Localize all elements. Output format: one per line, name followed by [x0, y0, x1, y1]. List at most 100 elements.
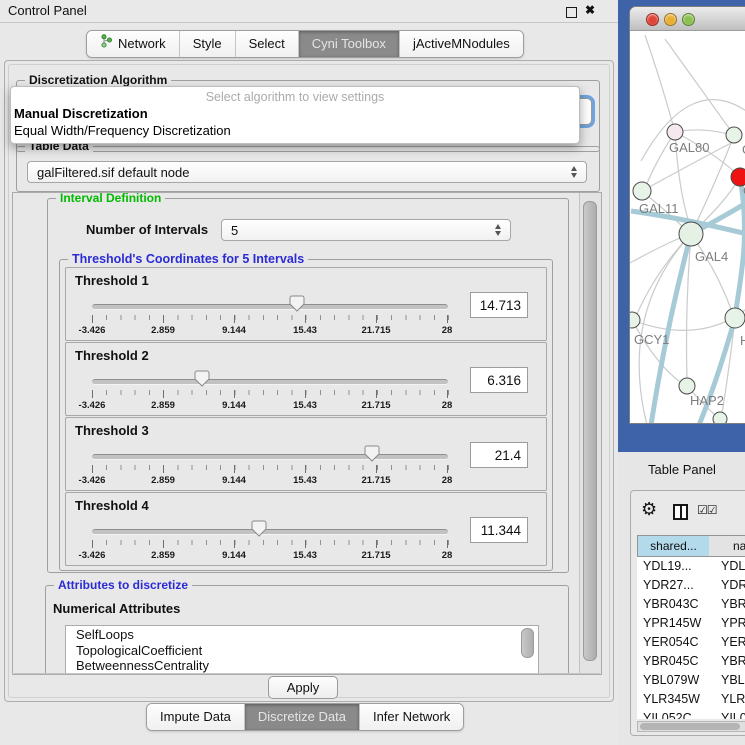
- threshold-value-field[interactable]: 6.316: [470, 367, 528, 393]
- table-horizontal-scrollbar-thumb[interactable]: [640, 723, 740, 730]
- threshold-slider-thumb[interactable]: [194, 370, 210, 387]
- table-row[interactable]: YLR345WYLR3: [637, 690, 745, 709]
- tab-network[interactable]: Network: [87, 31, 180, 57]
- network-node-gal11[interactable]: [633, 182, 651, 200]
- network-window-titlebar[interactable]: [630, 7, 745, 31]
- tab-jactivemnodules[interactable]: jActiveMNodules: [400, 31, 523, 57]
- attribute-list-item[interactable]: TopologicalCoefficient: [66, 642, 538, 658]
- slider-tick-label: 9.144: [212, 550, 256, 561]
- table-row[interactable]: YPR145WYPR1: [637, 614, 745, 633]
- combobox-stepper-icon: [495, 224, 501, 236]
- slider-major-tick: [447, 540, 448, 548]
- threshold-value-field[interactable]: 11.344: [470, 517, 528, 543]
- network-edge[interactable]: [651, 234, 691, 424]
- slider-tick-label: 28: [425, 550, 469, 561]
- table-row[interactable]: YBR043CYBR0: [637, 595, 745, 614]
- float-window-icon[interactable]: [566, 7, 577, 18]
- close-icon[interactable]: ✖: [585, 3, 595, 17]
- threshold-value-field[interactable]: 21.4: [470, 442, 528, 468]
- tab-style[interactable]: Style: [180, 31, 236, 57]
- threshold-slider-thumb[interactable]: [251, 520, 267, 537]
- slider-minor-ticks: [92, 540, 449, 545]
- network-node-gcy1[interactable]: [630, 312, 640, 328]
- slider-minor-ticks: [92, 465, 449, 470]
- network-node[interactable]: [713, 412, 727, 424]
- threshold-slider-track[interactable]: [92, 529, 448, 535]
- network-node[interactable]: [726, 127, 742, 143]
- threshold-slider-track[interactable]: [92, 379, 448, 385]
- network-edge[interactable]: [699, 177, 745, 424]
- slider-major-tick: [305, 390, 306, 398]
- network-view-window[interactable]: GAL80GACGAL11GAL4GCY1HHAP2: [629, 6, 745, 424]
- slider-major-tick: [234, 315, 235, 323]
- bottom-tab-strip: Impute Data Discretize Data Infer Networ…: [146, 703, 464, 731]
- table-row[interactable]: YBR045CYBR0: [637, 652, 745, 671]
- control-panel-titlebar: [0, 0, 618, 23]
- table-row[interactable]: YBL079WYBL0: [637, 671, 745, 690]
- tab-select[interactable]: Select: [236, 31, 299, 57]
- table-horizontal-scrollbar[interactable]: [637, 721, 745, 732]
- network-edge[interactable]: [665, 39, 734, 135]
- threshold-slider-thumb[interactable]: [364, 445, 380, 462]
- slider-major-tick: [163, 540, 164, 548]
- table-row[interactable]: YER054CYER0: [637, 633, 745, 652]
- network-edge[interactable]: [691, 234, 731, 309]
- slider-tick-label: 15.43: [283, 475, 327, 486]
- slider-tick-label: 9.144: [212, 475, 256, 486]
- network-node-label: H: [740, 333, 745, 348]
- attribute-list-item[interactable]: BetweennessCentrality: [66, 657, 538, 673]
- discretization-algorithm-group-title: Discretization Algorithm: [25, 73, 171, 87]
- numerical-attributes-list[interactable]: SelfLoopsTopologicalCoefficientBetweenne…: [65, 625, 539, 675]
- slider-tick-label: 15.43: [283, 325, 327, 336]
- table-header-name[interactable]: na: [709, 535, 745, 557]
- threshold-slider-thumb[interactable]: [289, 295, 305, 312]
- network-node-gal80[interactable]: [667, 124, 683, 140]
- slider-major-tick: [234, 465, 235, 473]
- settings-vertical-scrollbar-thumb[interactable]: [583, 201, 597, 661]
- table-rows[interactable]: YDL19...YDL1YDR27...YDR2YBR043CYBR0YPR14…: [637, 557, 745, 719]
- table-data-combobox-value: galFiltered.sif default node: [37, 165, 189, 180]
- slider-tick-label: 15.43: [283, 400, 327, 411]
- table-header-shared-name[interactable]: shared...: [637, 535, 710, 557]
- tab-impute-data[interactable]: Impute Data: [147, 704, 245, 730]
- thresholds-coordinates-group-title: Threshold's Coordinates for 5 Intervals: [68, 252, 308, 266]
- threshold-value-field[interactable]: 14.713: [470, 292, 528, 318]
- table-row[interactable]: YDR27...YDR2: [637, 576, 745, 595]
- threshold-slider-track[interactable]: [92, 304, 448, 310]
- select-columns-checkboxes-icon[interactable]: ☑☑: [697, 503, 717, 517]
- table-row[interactable]: YDL19...YDL1: [637, 557, 745, 576]
- number-of-intervals-combobox[interactable]: 5: [221, 219, 511, 241]
- table-row[interactable]: YIL052CYIL0: [637, 709, 745, 719]
- tab-discretize-data[interactable]: Discretize Data: [245, 704, 360, 730]
- network-node-h[interactable]: [725, 308, 745, 328]
- panel-title: Control Panel: [8, 3, 87, 18]
- slider-tick-label: -3.426: [70, 400, 114, 411]
- dropdown-option-equal-width-frequency[interactable]: Equal Width/Frequency Discretization: [14, 123, 231, 138]
- gear-icon[interactable]: ⚙: [641, 499, 657, 520]
- threshold-slider-track[interactable]: [92, 454, 448, 460]
- zoom-traffic-light-icon[interactable]: [682, 13, 695, 26]
- network-node-gal4[interactable]: [679, 222, 703, 246]
- tab-select-label: Select: [249, 31, 285, 57]
- slider-tick-label: 28: [425, 325, 469, 336]
- table-data-combobox[interactable]: galFiltered.sif default node: [27, 161, 587, 183]
- close-traffic-light-icon[interactable]: [646, 13, 659, 26]
- network-node-hap2[interactable]: [679, 378, 695, 394]
- network-edge[interactable]: [630, 238, 680, 263]
- attribute-list-scrollbar[interactable]: [521, 628, 534, 658]
- column-layout-icon[interactable]: [673, 504, 688, 520]
- table-panel-inset: ⚙ ☑☑ shared... na YDL19...YDL1YDR27...YD…: [630, 490, 745, 736]
- dropdown-option-manual-discretization[interactable]: Manual Discretization: [14, 106, 148, 121]
- threshold-panel: Threshold 1 14.713 -3.4262.8599.14415.43…: [65, 267, 547, 341]
- apply-button[interactable]: Apply: [268, 676, 338, 699]
- tab-cyni-toolbox[interactable]: Cyni Toolbox: [299, 31, 400, 57]
- threshold-panel: Threshold 2 6.316 -3.4262.8599.14415.432…: [65, 342, 547, 416]
- attribute-list-item[interactable]: SelfLoops: [66, 626, 538, 642]
- tab-infer-network[interactable]: Infer Network: [360, 704, 463, 730]
- slider-tick-label: -3.426: [70, 325, 114, 336]
- network-edge[interactable]: [645, 35, 675, 132]
- minimize-traffic-light-icon[interactable]: [664, 13, 677, 26]
- network-canvas[interactable]: GAL80GACGAL11GAL4GCY1HHAP2: [630, 30, 745, 424]
- slider-major-tick: [305, 540, 306, 548]
- combobox-stepper-icon: [571, 166, 577, 178]
